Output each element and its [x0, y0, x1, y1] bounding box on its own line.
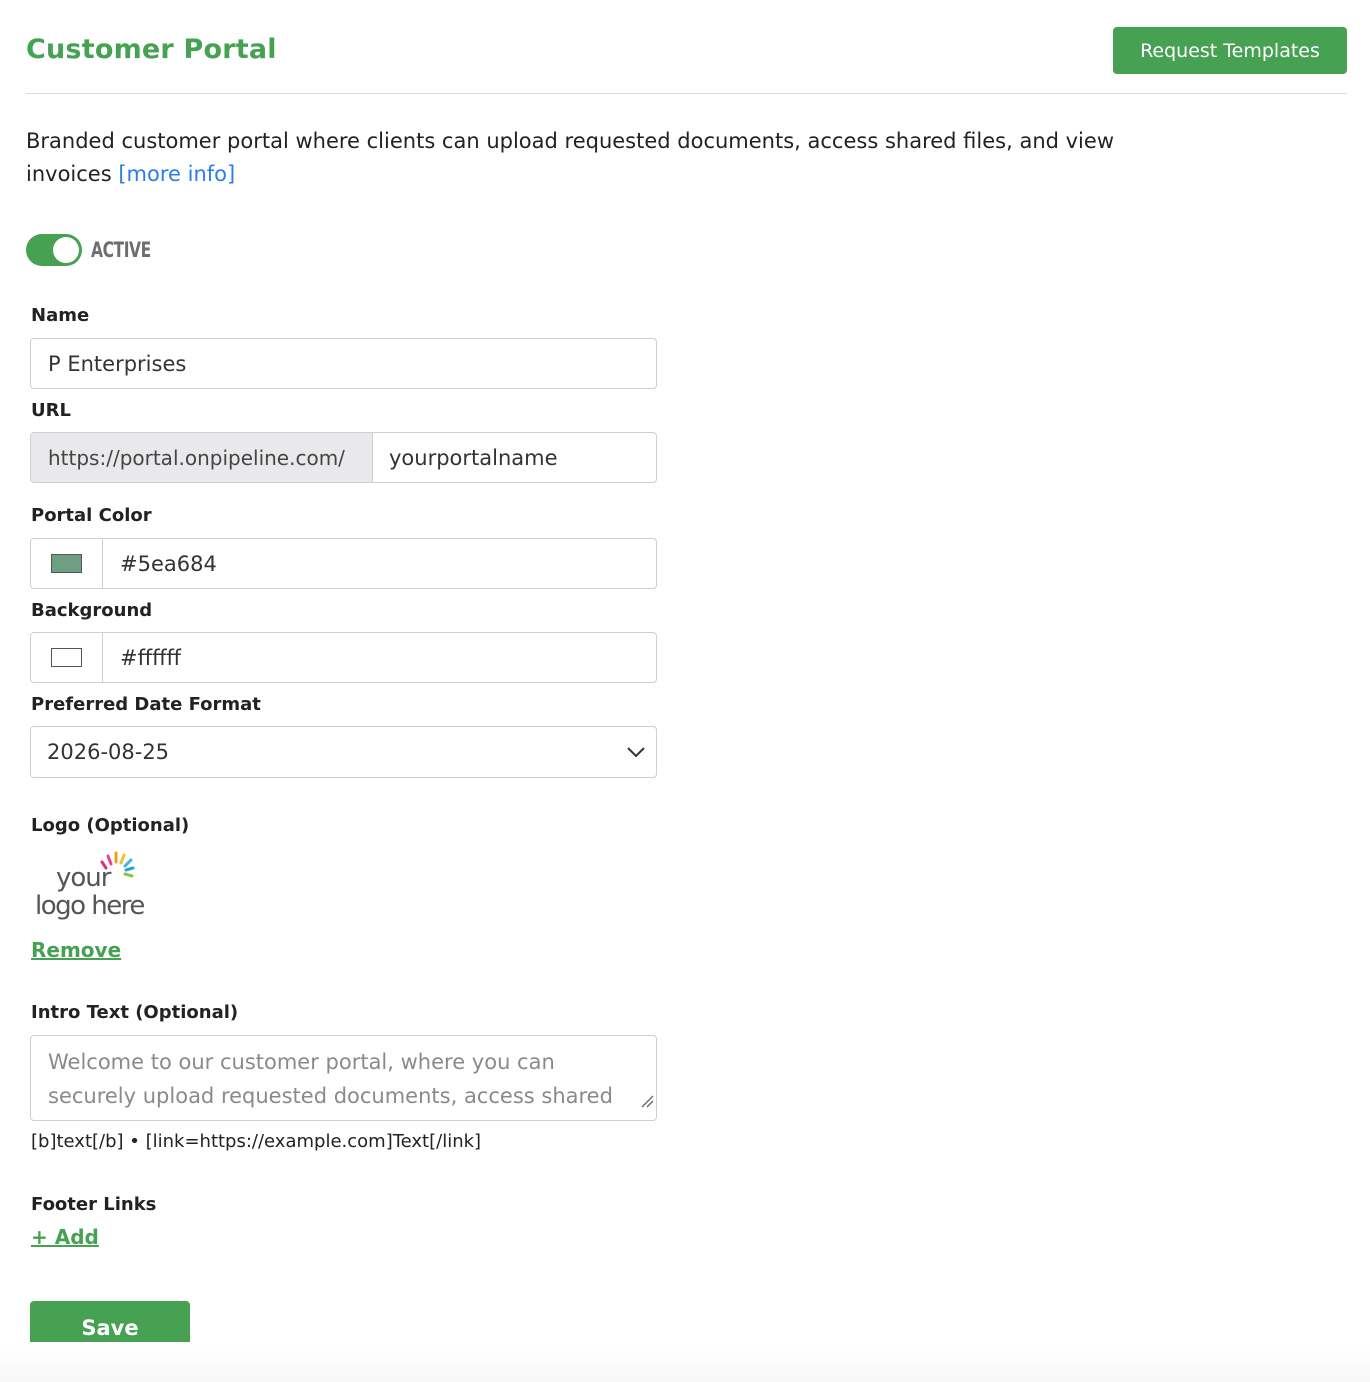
date-format-label: Preferred Date Format: [31, 694, 261, 715]
logo-text-line2: logo here: [35, 891, 144, 921]
chevron-down-icon: [616, 727, 656, 777]
formatting-hint: [b]text[/b] • [link=https://example.com]…: [31, 1131, 482, 1152]
page-title: Customer Portal: [26, 34, 277, 65]
toggle-knob: [53, 237, 79, 263]
date-format-select[interactable]: 2026-08-25: [30, 726, 657, 778]
request-templates-button[interactable]: Request Templates: [1113, 27, 1347, 74]
active-toggle[interactable]: [26, 234, 82, 266]
name-label: Name: [31, 305, 90, 326]
resize-handle-icon[interactable]: [640, 1084, 654, 1118]
add-footer-link-button[interactable]: + Add: [31, 1225, 99, 1249]
logo-label: Logo (Optional): [31, 815, 190, 836]
background-color-picker[interactable]: [31, 633, 103, 682]
logo-image: your logo here: [32, 848, 162, 928]
name-input-value[interactable]: P Enterprises: [31, 339, 186, 388]
background-label: Background: [31, 600, 153, 621]
remove-logo-link[interactable]: Remove: [31, 938, 121, 962]
portal-color-label: Portal Color: [31, 505, 152, 526]
active-status-label: ACTIVE: [91, 238, 151, 262]
more-info-link[interactable]: [more info]: [118, 162, 235, 186]
intro-text-label: Intro Text (Optional): [31, 1002, 239, 1023]
intro-text-textarea[interactable]: Welcome to our customer portal, where yo…: [30, 1035, 657, 1121]
footer-links-label: Footer Links: [31, 1194, 157, 1215]
portal-color-input[interactable]: #5ea684: [103, 539, 217, 588]
background-color-swatch[interactable]: [51, 648, 82, 667]
active-toggle-row: ACTIVE: [26, 234, 164, 266]
portal-color-swatch[interactable]: [51, 554, 82, 573]
background-field: #ffffff: [30, 632, 657, 683]
url-label: URL: [31, 400, 71, 421]
url-slug-input[interactable]: yourportalname: [373, 433, 558, 482]
portal-color-picker[interactable]: [31, 539, 103, 588]
url-field: https://portal.onpipeline.com/ yourporta…: [30, 432, 657, 483]
date-format-value: 2026-08-25: [47, 740, 170, 764]
portal-description: Branded customer portal where clients ca…: [26, 125, 1146, 191]
logo-text-line1: your: [56, 863, 112, 893]
portal-color-field: #5ea684: [30, 538, 657, 589]
page-header: Customer Portal Request Templates: [26, 26, 1347, 94]
url-prefix: https://portal.onpipeline.com/: [31, 433, 373, 482]
page-bottom-fade: [0, 1342, 1370, 1382]
intro-text-value: Welcome to our customer portal, where yo…: [48, 1050, 613, 1120]
name-field[interactable]: P Enterprises: [30, 338, 657, 389]
background-color-input[interactable]: #ffffff: [103, 633, 181, 682]
